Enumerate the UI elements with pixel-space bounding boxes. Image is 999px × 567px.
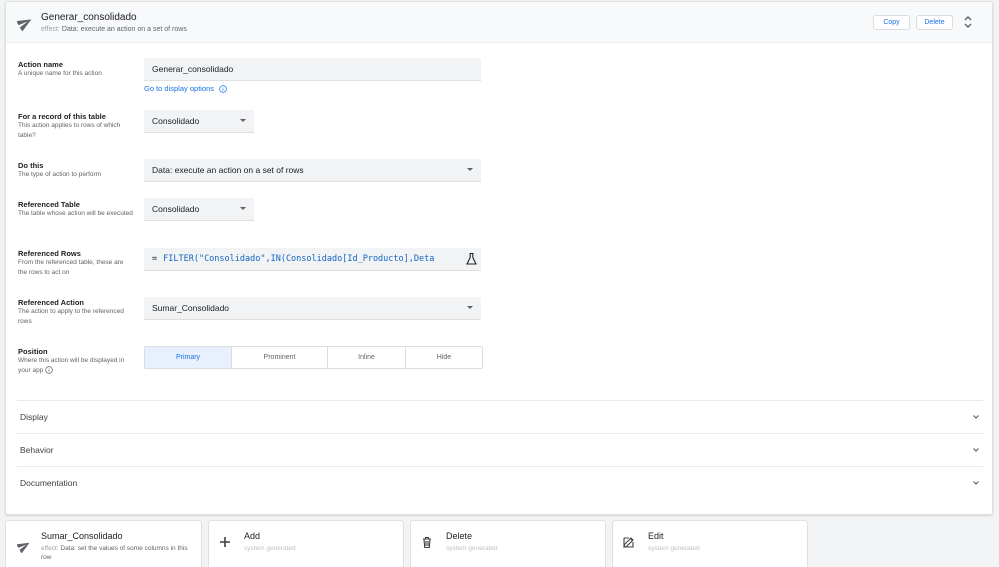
referenced-action-desc: The action to apply to the referenced ro… [18, 308, 124, 325]
effect-label: effect: [41, 26, 60, 33]
section-behavior[interactable]: Behavior [17, 433, 983, 466]
edit-icon [623, 537, 634, 548]
table-desc: This action applies to rows of which tab… [18, 122, 121, 139]
action-card-sub: system generated [648, 545, 700, 552]
action-name-label: Action name [18, 60, 64, 69]
action-card-title: Sumar_Consolidado [41, 531, 123, 541]
action-card-title: Add [244, 531, 261, 541]
expression-text: FILTER("Consolidado",IN(Consolidado[Id_P… [163, 254, 435, 264]
position-desc: Where this action will be displayed in y… [18, 356, 138, 376]
referenced-table-select[interactable]: Consolidado [144, 198, 254, 221]
dropdown-caret-icon [240, 119, 246, 122]
referenced-action-value: Sumar_Consolidado [152, 303, 230, 313]
section-display-label: Display [20, 412, 48, 422]
referenced-table-label: Referenced Table [18, 200, 80, 209]
action-card-add[interactable]: Add system generated [208, 520, 404, 567]
referenced-rows-desc: From the referenced table, these are the… [18, 259, 124, 276]
dropdown-caret-icon [240, 207, 246, 210]
send-icon [17, 19, 32, 31]
plus-icon [220, 537, 230, 547]
position-option-hide[interactable]: Hide [406, 347, 482, 368]
do-this-desc: The type of action to perform [18, 171, 102, 178]
send-icon [17, 542, 30, 553]
action-card-sub: system generated [244, 545, 296, 552]
action-name-desc: A unique name for this action [18, 70, 102, 77]
referenced-action-label: Referenced Action [18, 298, 84, 307]
action-effect: effect: Data: execute an action on a set… [41, 26, 187, 33]
position-label: Position [18, 347, 48, 356]
copy-button[interactable]: Copy [873, 15, 910, 30]
info-icon[interactable] [45, 366, 53, 375]
expression-equals: = [152, 254, 158, 264]
dropdown-caret-icon [467, 168, 473, 171]
section-behavior-label: Behavior [20, 445, 54, 455]
delete-button[interactable]: Delete [916, 15, 953, 30]
section-documentation[interactable]: Documentation [17, 466, 983, 499]
referenced-rows-expression-input[interactable]: = FILTER("Consolidado",IN(Consolidado[Id… [144, 248, 481, 271]
position-option-primary[interactable]: Primary [145, 347, 232, 368]
table-label: For a record of this table [18, 112, 106, 121]
position-option-prominent[interactable]: Prominent [232, 347, 328, 368]
position-option-inline[interactable]: Inline [328, 347, 406, 368]
section-display[interactable]: Display [17, 400, 983, 433]
action-card-sumar-consolidado[interactable]: Sumar_Consolidado effect: Data: set the … [5, 520, 202, 567]
section-documentation-label: Documentation [20, 478, 78, 488]
do-this-select[interactable]: Data: execute an action on a set of rows [144, 159, 481, 182]
action-header[interactable]: Generar_consolidado effect: Data: execut… [6, 2, 992, 43]
display-options-label[interactable]: Go to display options [144, 84, 214, 93]
table-select-value: Consolidado [152, 116, 200, 126]
action-card-effect: effect: Data: set the values of some col… [41, 544, 196, 562]
action-editor-card: Generar_consolidado effect: Data: execut… [5, 1, 993, 515]
action-card-delete[interactable]: Delete system generated [410, 520, 606, 567]
effect-value: Data: set the values of some columns in … [41, 545, 188, 561]
referenced-rows-label: Referenced Rows [18, 249, 81, 258]
effect-label: effect: [41, 545, 59, 552]
do-this-value: Data: execute an action on a set of rows [152, 165, 304, 175]
action-card-title: Edit [648, 531, 664, 541]
action-card-edit[interactable]: Edit system generated [612, 520, 808, 567]
table-select[interactable]: Consolidado [144, 110, 254, 133]
position-segmented-control: Primary Prominent Inline Hide [144, 346, 483, 369]
dropdown-caret-icon [467, 306, 473, 309]
trash-icon [423, 536, 431, 549]
referenced-table-desc: The table whose action will be executed [18, 210, 133, 217]
info-icon[interactable] [219, 85, 227, 93]
referenced-table-value: Consolidado [152, 204, 200, 214]
action-card-title: Delete [446, 531, 473, 541]
do-this-label: Do this [18, 161, 44, 170]
chevron-down-icon [973, 481, 979, 485]
action-name-input[interactable]: Generar_consolidado [144, 58, 481, 81]
display-options-link[interactable]: Go to display options [144, 84, 227, 93]
position-desc-text: Where this action will be displayed in y… [18, 357, 125, 374]
chevron-down-icon [973, 448, 979, 452]
chevron-down-icon [973, 415, 979, 419]
effect-value: Data: execute an action on a set of rows [61, 26, 187, 33]
unfold-icon[interactable] [962, 15, 974, 29]
action-title: Generar_consolidado [41, 12, 137, 23]
flask-icon[interactable] [465, 252, 478, 266]
action-card-sub: system generated [446, 545, 498, 552]
referenced-action-select[interactable]: Sumar_Consolidado [144, 297, 481, 320]
